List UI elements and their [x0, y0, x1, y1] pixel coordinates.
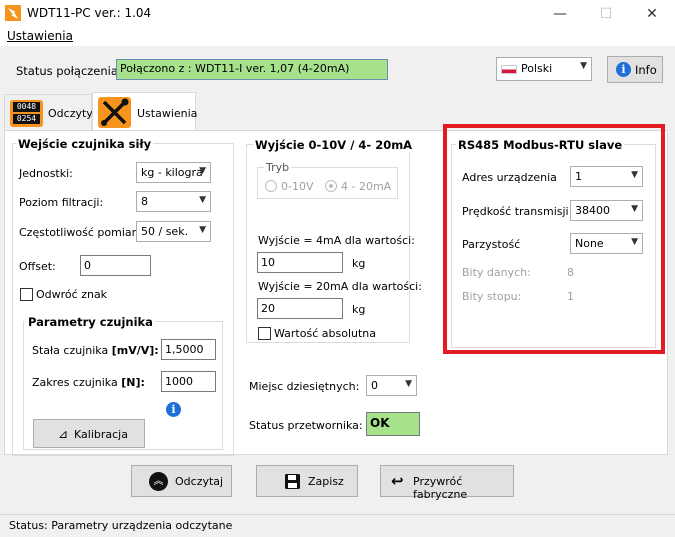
calibrate-button[interactable]: ⊿ Kalibracja [33, 419, 145, 448]
sensor-constant-label: Stała czujnika [mV/V]: [32, 344, 159, 357]
sensor-range-input[interactable]: 1000 [161, 371, 216, 392]
mode-title: Tryb [264, 161, 292, 174]
converter-status-label: Status przetwornika: [249, 419, 363, 432]
output-20ma-label: Wyjście = 20mA dla wartości: [258, 280, 422, 293]
frequency-value: 50 / sek. [141, 225, 189, 238]
window-title: WDT11-PC ver.: 1.04 [27, 6, 152, 20]
invert-sign-checkbox[interactable] [20, 288, 33, 301]
output-4ma-label: Wyjście = 4mA dla wartości: [258, 234, 415, 247]
title-bar: WDT11-PC ver.: 1.04 — ☐ ✕ [0, 0, 675, 28]
connection-status-label: Status połączenia [16, 64, 118, 78]
save-button[interactable]: Zapisz [256, 465, 358, 497]
modbus-highlight-frame [443, 124, 665, 354]
units-value: kg - kilogra [141, 166, 203, 179]
sensor-range-label: Zakres czujnika [N]: [32, 376, 145, 389]
mode-radio-4-20ma[interactable] [325, 180, 337, 192]
filter-select[interactable]: 8 ▼ [136, 191, 211, 212]
status-bar-text: Status: Parametry urządzenia odczytane [9, 519, 233, 532]
tab-settings[interactable]: Ustawienia [92, 92, 198, 132]
output-20ma-unit: kg [352, 303, 366, 316]
restore-defaults-label: Przywróć fabryczne [413, 475, 468, 501]
frequency-select[interactable]: 50 / sek. ▼ [136, 221, 211, 242]
tab-readings[interactable]: 0048 0254 Odczyty [4, 94, 93, 130]
read-button[interactable]: ︽ Odczytaj [131, 465, 232, 497]
tab-readings-label: Odczyty [48, 107, 93, 120]
info-icon: i [616, 62, 631, 77]
output-4ma-input[interactable]: 10 [257, 252, 343, 273]
double-chevron-up-icon: ︽ [149, 472, 168, 491]
mode-radio-0-10v-label: 0-10V [281, 180, 314, 193]
output-20ma-input[interactable]: 20 [257, 298, 343, 319]
info-icon[interactable]: i [166, 402, 181, 417]
converter-status-field: OK [366, 412, 420, 436]
menu-bar: Ustawienia [0, 28, 675, 46]
decimal-places-select[interactable]: 0 ▼ [366, 375, 417, 396]
mode-radio-0-10v[interactable] [265, 180, 277, 192]
sensor-constant-input[interactable]: 1,5000 [161, 339, 216, 360]
info-button-label: Info [635, 63, 657, 77]
decimal-places-value: 0 [371, 379, 378, 392]
sensor-input-title: Wejście czujnika siły [16, 137, 154, 151]
display-icon: 0048 0254 [10, 100, 43, 127]
output-title: Wyjście 0-10V / 4- 20mA [253, 138, 415, 152]
restore-defaults-button[interactable]: ↩ Przywróć fabryczne [380, 465, 514, 501]
wrench-screwdriver-icon [98, 97, 131, 128]
units-select[interactable]: kg - kilogra ▼ [136, 162, 211, 183]
read-button-label: Odczytaj [175, 475, 224, 488]
invert-sign-label: Odwróć znak [36, 288, 108, 301]
output-4ma-unit: kg [352, 257, 366, 270]
mode-radio-4-20ma-label: 4 - 20mA [341, 180, 392, 193]
decimal-places-label: Miejsc dziesiętnych: [249, 380, 360, 393]
info-button[interactable]: i Info [607, 56, 663, 83]
frequency-label: Częstotliwość pomiaru: [19, 226, 147, 239]
offset-input[interactable]: 0 [80, 255, 151, 276]
app-icon [5, 5, 21, 21]
floppy-disk-icon [285, 474, 300, 489]
save-button-label: Zapisz [308, 475, 344, 488]
offset-label: Offset: [19, 260, 56, 273]
close-button[interactable]: ✕ [629, 0, 675, 28]
sensor-params-title: Parametry czujnika [26, 315, 155, 329]
maximize-button[interactable]: ☐ [583, 0, 629, 28]
poland-flag-icon [501, 65, 517, 74]
filter-value: 8 [141, 195, 148, 208]
undo-arrow-icon: ↩ [391, 472, 404, 490]
chevron-down-icon: ▼ [199, 225, 206, 235]
chevron-down-icon: ▼ [199, 166, 206, 176]
calibrate-label: Kalibracja [74, 428, 128, 441]
language-selected: Polski [521, 62, 553, 75]
display-top: 0048 [13, 102, 40, 112]
status-bar: Status: Parametry urządzenia odczytane [0, 514, 675, 537]
language-select[interactable]: Polski ▼ [496, 57, 592, 81]
tab-settings-label: Ustawienia [137, 107, 198, 120]
chevron-down-icon: ▼ [199, 195, 206, 205]
calibrate-icon: ⊿ [58, 427, 69, 441]
menu-item-settings[interactable]: Ustawienia [7, 29, 73, 43]
chevron-down-icon: ▼ [405, 379, 412, 389]
units-label: Jednostki: [19, 167, 73, 180]
minimize-button[interactable]: — [537, 0, 583, 28]
chevron-down-icon: ▼ [580, 61, 587, 71]
absolute-value-checkbox[interactable] [258, 327, 271, 340]
filter-label: Poziom filtracji: [19, 196, 104, 209]
absolute-value-label: Wartość absolutna [274, 327, 376, 340]
connection-status-field: Połączono z : WDT11-I ver. 1,07 (4-20mA) [116, 59, 388, 80]
display-bottom: 0254 [13, 114, 40, 124]
